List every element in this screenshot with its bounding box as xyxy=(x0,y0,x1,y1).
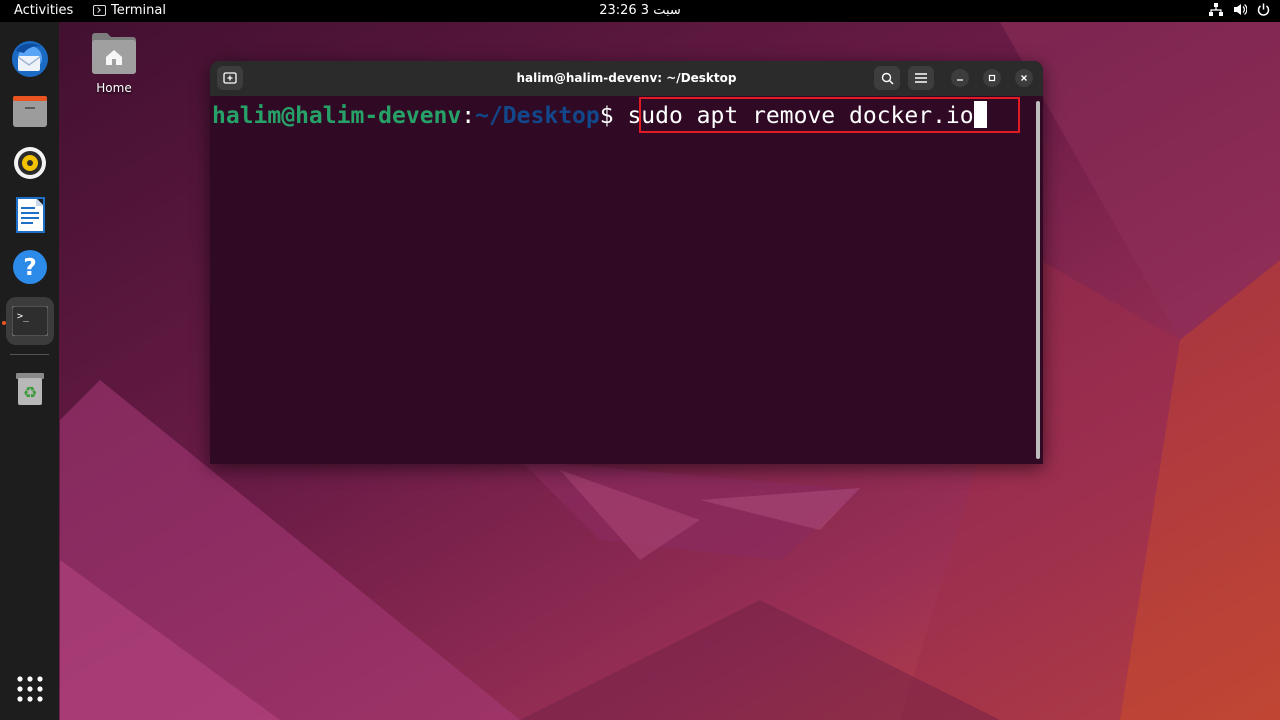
rhythmbox-icon[interactable] xyxy=(6,139,54,187)
terminal-window[interactable]: halim@halim-devenv: ~/Desktop halim@hali… xyxy=(210,61,1043,464)
prompt-symbol: $ xyxy=(599,103,614,129)
minimize-icon xyxy=(957,79,963,81)
show-applications-icon[interactable] xyxy=(6,665,54,713)
close-button[interactable] xyxy=(1015,69,1033,87)
top-bar: Activities Terminal 23:26 3 سبت xyxy=(0,0,1280,22)
running-indicator xyxy=(2,321,6,325)
home-label: Home xyxy=(96,81,132,95)
network-icon[interactable] xyxy=(1209,3,1223,16)
libreoffice-writer-icon[interactable] xyxy=(6,191,54,239)
dock: ? >_ ♻ xyxy=(0,22,59,720)
volume-icon[interactable] xyxy=(1233,3,1247,16)
files-icon[interactable] xyxy=(6,87,54,135)
prompt-user: halim@halim-devenv xyxy=(212,103,462,129)
svg-text:>_: >_ xyxy=(17,311,30,322)
close-icon xyxy=(1021,75,1027,81)
search-icon xyxy=(881,72,894,85)
scrollbar[interactable] xyxy=(1036,101,1040,459)
minimize-button[interactable] xyxy=(951,69,969,87)
maximize-icon xyxy=(988,74,996,82)
system-tray[interactable] xyxy=(1209,3,1270,16)
terminal-body[interactable]: halim@halim-devenv:~/Desktop$ sudo apt r… xyxy=(210,96,1043,464)
svg-text:♻: ♻ xyxy=(23,383,37,402)
command-highlight-box xyxy=(639,97,1020,133)
dock-separator xyxy=(10,354,49,355)
svg-text:?: ? xyxy=(23,255,36,281)
search-button[interactable] xyxy=(874,66,900,90)
trash-icon[interactable]: ♻ xyxy=(6,365,54,413)
terminal-dock-icon[interactable]: >_ xyxy=(6,297,54,345)
prompt-colon: : xyxy=(461,103,476,129)
desktop-home-item[interactable]: Home xyxy=(86,30,142,95)
maximize-button[interactable] xyxy=(983,69,1001,87)
window-titlebar[interactable]: halim@halim-devenv: ~/Desktop xyxy=(210,61,1043,96)
help-icon[interactable]: ? xyxy=(6,243,54,291)
prompt-path: ~/Desktop xyxy=(475,103,600,129)
clock[interactable]: 23:26 3 سبت xyxy=(0,3,1280,18)
menu-button[interactable] xyxy=(908,66,934,90)
hamburger-menu-icon xyxy=(915,73,927,83)
thunderbird-icon[interactable] xyxy=(6,35,54,83)
power-icon[interactable] xyxy=(1257,3,1270,16)
home-folder-icon xyxy=(92,33,136,74)
